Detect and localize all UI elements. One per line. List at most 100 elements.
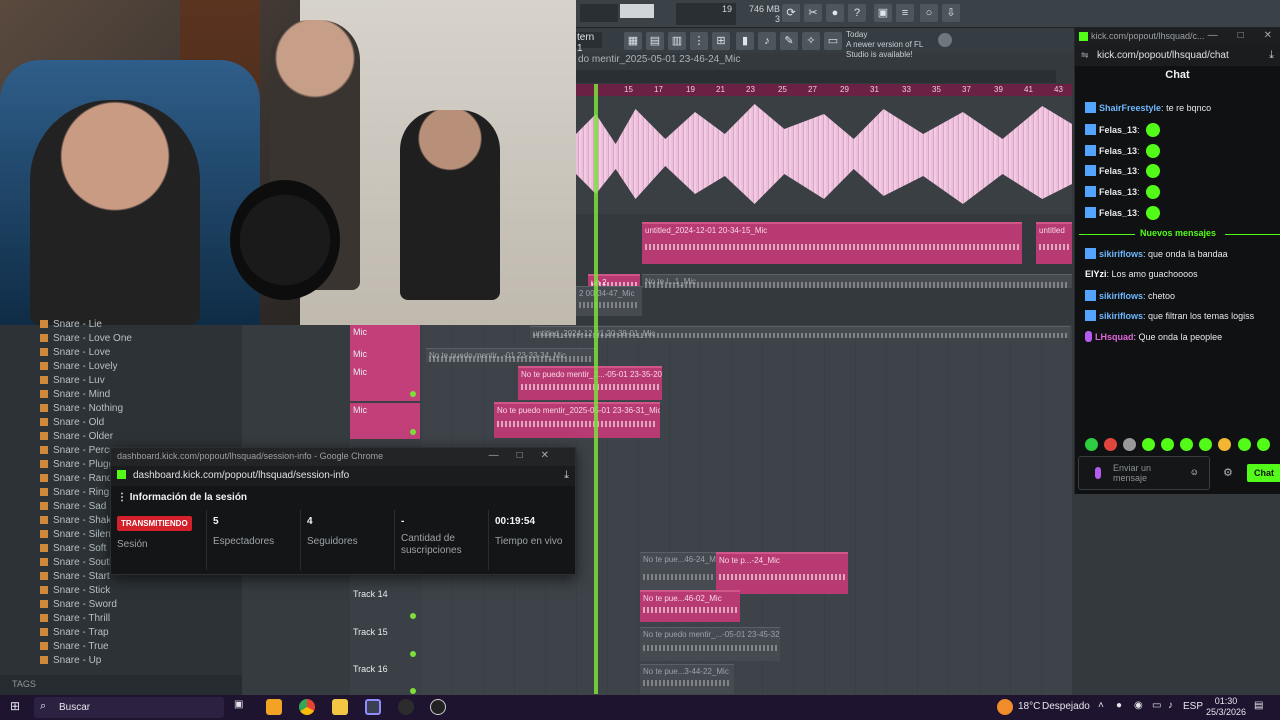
emote-icon[interactable] [1123, 438, 1137, 451]
browser-item[interactable]: Snare - Love One [40, 333, 132, 347]
file-explorer-icon[interactable] [332, 699, 348, 715]
clock[interactable]: 01:30 25/3/2026 [1206, 696, 1246, 720]
save-icon[interactable]: ▣ [874, 4, 892, 22]
browser-item[interactable]: Snare - Older [40, 431, 113, 445]
channel-rack-icon[interactable]: ▥ [668, 32, 686, 50]
browser-item[interactable]: Snare - Love [40, 347, 110, 361]
chat-message[interactable]: Felas_13: [1085, 206, 1161, 220]
emote-icon[interactable] [1199, 438, 1213, 451]
audio-clip[interactable]: untitled_2024-12-01 20-38-01_Mic [530, 326, 1070, 338]
audio-clip[interactable]: untitled_2024-12-01 20-34-15_Mic [642, 222, 1022, 264]
browser-item[interactable]: Snare - Lie [40, 319, 102, 333]
emote-icon[interactable] [1218, 438, 1232, 451]
audio-clip[interactable]: No te pue...3-44-22_Mic [640, 664, 734, 694]
audio-clip[interactable]: No te p...-24_Mic [716, 552, 848, 594]
audio-clip[interactable]: untitled [1036, 222, 1072, 264]
windows-start-icon[interactable]: ⊞ [10, 699, 20, 716]
piano-roll-icon[interactable]: ▤ [646, 32, 664, 50]
emote-icon[interactable] [1256, 438, 1270, 451]
browser-item[interactable]: Snare - South [40, 557, 115, 571]
chevron-up-icon[interactable]: ˄ [1098, 700, 1104, 717]
app-tray-icon[interactable]: ◉ [1134, 700, 1143, 717]
loop-icon[interactable]: ⟳ [782, 4, 800, 22]
mixer-icon[interactable]: ≡ [896, 4, 914, 22]
audio-clip[interactable]: No te pue...46-02_Mic [640, 590, 740, 622]
taskbar-search[interactable]: ⌕ Buscar [34, 697, 224, 718]
browser-item[interactable]: Snare - Start [40, 571, 110, 585]
mic-tray-icon[interactable]: ● [1116, 700, 1122, 717]
weather-temp[interactable]: 18°C [1018, 701, 1040, 718]
chrome-app-icon[interactable] [299, 699, 315, 715]
url-bar[interactable]: ⇋ kick.com/popout/lhsquad/chat ⤓ [1075, 46, 1280, 66]
chat-send-button[interactable]: Chat [1247, 464, 1280, 482]
timeline-ruler[interactable]: 15 17 19 21 23 25 27 29 31 33 35 37 39 4… [576, 84, 1072, 96]
browser-item[interactable]: Snare - Rando [40, 473, 118, 487]
browser-item[interactable]: Snare - True [40, 641, 109, 655]
notifications-icon[interactable]: ▤ [1254, 700, 1263, 717]
browser-item[interactable]: Snare - Luv [40, 375, 105, 389]
browser-item[interactable]: Snare - Mind [40, 389, 110, 403]
chat-message[interactable]: ElYzi: Los amo guachoooos [1085, 269, 1198, 279]
mic-icon[interactable]: ● [826, 4, 844, 22]
volume-icon[interactable]: ♪ [1168, 700, 1173, 717]
emote-icon[interactable] [1180, 438, 1194, 451]
chat-message[interactable]: sikiriflows: que filtran los temas logis… [1085, 310, 1254, 321]
browser-item[interactable]: Snare - Sword [40, 599, 117, 613]
browser-item[interactable]: Snare - Soft [40, 543, 106, 557]
emote-icon[interactable] [1142, 438, 1156, 451]
keyboard-icon[interactable]: ▭ [824, 32, 842, 50]
browser-item[interactable]: Snare - Nothing [40, 403, 123, 417]
tags-bar[interactable]: TAGS [0, 675, 242, 695]
pattern-selector[interactable]: tern 1 [576, 32, 602, 54]
track-header[interactable]: Mic [350, 347, 420, 365]
master-volume[interactable] [620, 4, 654, 18]
playlist-icon[interactable]: ▦ [624, 32, 642, 50]
chat-message[interactable]: sikiriflows: que onda la bandaa [1085, 248, 1228, 259]
emote-icon[interactable] [1085, 438, 1098, 451]
audio-clip[interactable]: No te pue...46-24_Mic [640, 552, 716, 594]
plugin-icon[interactable]: ▮ [736, 32, 754, 50]
emote-icon[interactable] [1104, 438, 1118, 451]
window-controls[interactable]: —□✕ [489, 450, 567, 461]
track-led[interactable] [410, 651, 416, 657]
browser-item[interactable]: Snare - Plugg [40, 459, 114, 473]
tools-icon[interactable]: ✧ [802, 32, 820, 50]
chat-message[interactable]: ShairFreestyle: te re bqnco [1085, 102, 1211, 113]
playhead[interactable] [594, 84, 598, 694]
track-header[interactable]: Track 14 [350, 587, 420, 623]
globe-icon[interactable] [938, 33, 952, 47]
audio-clip[interactable]: No te puedo mentir_2...-05-01 23-35-20_M… [518, 366, 662, 400]
network-icon[interactable]: ▭ [1152, 700, 1161, 717]
browser-item[interactable]: Snare - Trap [40, 627, 109, 641]
emote-icon[interactable] [1237, 438, 1251, 451]
download-icon[interactable]: ⤓ [1269, 49, 1274, 62]
emoji-icon[interactable]: ☺ [1190, 467, 1199, 477]
track-led[interactable] [410, 688, 416, 694]
chat-bubble-icon[interactable]: ○ [920, 4, 938, 22]
mixer-view-icon[interactable]: ⋮ [690, 32, 708, 50]
browser-icon[interactable]: ⊞ [712, 32, 730, 50]
url-bar[interactable]: dashboard.kick.com/popout/lhsquad/sessio… [111, 466, 575, 486]
chat-message[interactable]: Felas_13: [1085, 144, 1161, 158]
audio-waveform-clip[interactable] [576, 96, 1072, 214]
obs-app-icon[interactable] [398, 699, 414, 715]
language-indicator[interactable]: ESP [1183, 701, 1203, 718]
browser-item[interactable]: Snare - Stick [40, 585, 110, 599]
browser-item[interactable]: Snare - Percus [40, 445, 120, 459]
browser-item[interactable]: Snare - Old [40, 417, 104, 431]
new-messages-divider[interactable]: Nuevos mensajes [1075, 228, 1280, 240]
site-info-icon[interactable]: ⇋ [1081, 50, 1089, 61]
news-panel[interactable]: Today A newer version of FL Studio is av… [846, 30, 946, 59]
browser-item[interactable]: Snare - Lovely [40, 361, 117, 375]
browser-item[interactable]: Snare - Thrill [40, 613, 110, 627]
browser-item[interactable]: Snare - Up [40, 655, 101, 669]
fl-studio-app-icon[interactable] [266, 699, 282, 715]
audio-clip[interactable]: No te puedo mentir_2025-05-01 23-36-31_M… [494, 402, 660, 438]
audio-clip[interactable]: No te puedo mentir...-01 23-33-34_Mic [426, 348, 596, 362]
window-titlebar[interactable]: dashboard.kick.com/popout/lhsquad/sessio… [111, 448, 575, 466]
browser-item[interactable]: Snare - Ring [40, 487, 109, 501]
chat-message[interactable]: Felas_13: [1085, 185, 1161, 199]
chat-message[interactable]: LHsquad: Que onda la peoplee [1085, 331, 1222, 342]
track-header[interactable]: Mic [350, 365, 420, 401]
track-header[interactable]: Track 15 [350, 625, 420, 661]
